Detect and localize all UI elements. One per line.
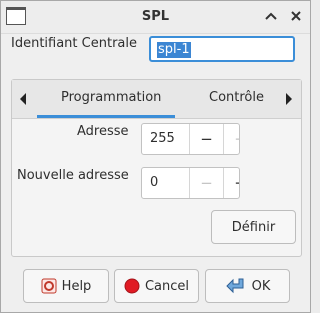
close-button[interactable] [288, 8, 304, 24]
cancel-label: Cancel [144, 278, 190, 294]
arrow-right-icon [286, 93, 292, 105]
nouvelle-adresse-value: 0 [150, 175, 159, 190]
help-button[interactable]: Help [23, 269, 109, 303]
definir-button[interactable]: Définir [211, 210, 296, 244]
ok-label: OK [251, 278, 271, 294]
adresse-increment-button[interactable]: + [223, 124, 239, 154]
active-tab-indicator [37, 115, 175, 118]
dialog-window: SPL Identifiant Centrale spl-1 Programma… [0, 0, 311, 313]
cancel-button[interactable]: Cancel [114, 269, 199, 303]
adresse-label: Adresse [77, 124, 129, 139]
tab-panel: Programmation Contrôle Adresse 255 − + N… [11, 79, 302, 257]
collapse-button[interactable] [263, 8, 279, 24]
tab-bar: Programmation Contrôle [12, 80, 301, 119]
help-label: Help [61, 278, 92, 294]
tab-scroll-left[interactable] [17, 91, 29, 107]
title-bar[interactable]: SPL [1, 1, 310, 34]
tab-programmation[interactable]: Programmation [61, 90, 161, 105]
id-centrale-input[interactable]: spl-1 [149, 36, 295, 62]
nouvelle-adresse-spinbutton[interactable]: 0 − + [141, 167, 240, 199]
nouvelle-adresse-label: Nouvelle adresse [17, 168, 129, 183]
definir-label: Définir [231, 219, 276, 235]
chevron-up-icon [265, 12, 277, 20]
adresse-value: 255 [150, 131, 175, 146]
tab-controle[interactable]: Contrôle [209, 90, 264, 105]
nouvelle-adresse-increment-button[interactable]: + [223, 168, 239, 198]
ok-arrow-icon [225, 277, 247, 295]
close-icon [291, 11, 301, 21]
nouvelle-adresse-decrement-button[interactable]: − [189, 168, 223, 198]
arrow-left-icon [20, 93, 26, 105]
id-centrale-value: spl-1 [157, 42, 191, 58]
help-icon [41, 278, 57, 294]
tab-scroll-right[interactable] [283, 91, 295, 107]
cancel-icon [124, 278, 140, 294]
ok-button[interactable]: OK [205, 269, 290, 303]
id-centrale-label: Identifiant Centrale [11, 36, 137, 51]
adresse-spinbutton[interactable]: 255 − + [141, 123, 240, 155]
adresse-decrement-button[interactable]: − [189, 124, 223, 154]
